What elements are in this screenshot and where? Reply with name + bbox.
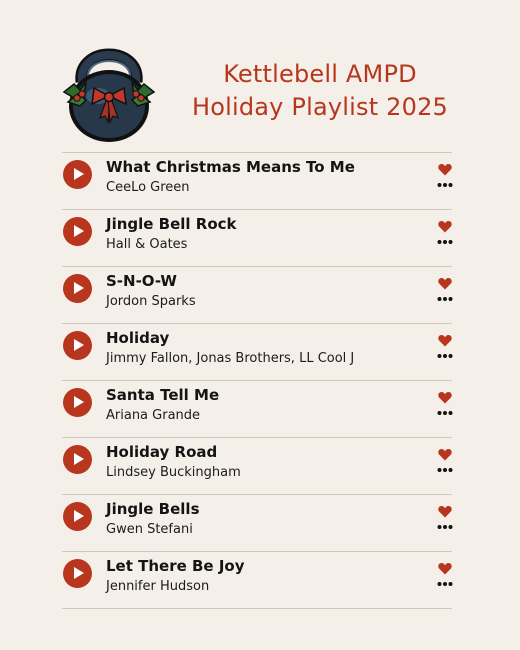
playlist-title: Kettlebell AMPD Holiday Playlist 2025: [170, 58, 470, 124]
play-icon[interactable]: [63, 217, 92, 246]
heart-icon[interactable]: [438, 277, 452, 290]
track-artist: Hall & Oates: [106, 237, 188, 252]
heart-icon[interactable]: [438, 334, 452, 347]
track-title: Holiday Road: [106, 443, 218, 461]
heart-icon[interactable]: [438, 448, 452, 461]
track-title: What Christmas Means To Me: [106, 158, 355, 176]
track-artist: Jimmy Fallon, Jonas Brothers, LL Cool J: [106, 351, 355, 366]
play-icon[interactable]: [63, 445, 92, 474]
track-artist: Lindsey Buckingham: [106, 465, 241, 480]
more-options-icon[interactable]: [437, 239, 453, 245]
track-list: What Christmas Means To Me CeeLo Green J…: [62, 152, 453, 609]
more-options-icon[interactable]: [437, 524, 453, 530]
track-artist: CeeLo Green: [106, 180, 190, 195]
kettlebell-holly-bow-icon: [62, 48, 156, 142]
play-icon[interactable]: [63, 331, 92, 360]
track-row[interactable]: Jingle Bells Gwen Stefani: [62, 494, 453, 551]
track-artist: Jordon Sparks: [106, 294, 196, 309]
track-title: Santa Tell Me: [106, 386, 220, 404]
more-options-icon[interactable]: [437, 296, 453, 302]
track-title: Jingle Bell Rock: [106, 215, 237, 233]
play-icon[interactable]: [63, 559, 92, 588]
track-artist: Jennifer Hudson: [106, 579, 210, 594]
heart-icon[interactable]: [438, 562, 452, 575]
track-row[interactable]: Jingle Bell Rock Hall & Oates: [62, 209, 453, 266]
header: Kettlebell AMPD Holiday Playlist 2025: [0, 0, 520, 150]
play-icon[interactable]: [63, 274, 92, 303]
more-options-icon[interactable]: [437, 410, 453, 416]
track-row[interactable]: Holiday Road Lindsey Buckingham: [62, 437, 453, 494]
track-title: S-N-O-W: [106, 272, 177, 290]
heart-icon[interactable]: [438, 505, 452, 518]
track-artist: Ariana Grande: [106, 408, 201, 423]
more-options-icon[interactable]: [437, 467, 453, 473]
track-row[interactable]: What Christmas Means To Me CeeLo Green: [62, 152, 453, 209]
track-row[interactable]: S-N-O-W Jordon Sparks: [62, 266, 453, 323]
track-title: Let There Be Joy: [106, 557, 245, 575]
heart-icon[interactable]: [438, 220, 452, 233]
track-title: Jingle Bells: [106, 500, 200, 518]
more-options-icon[interactable]: [437, 353, 453, 359]
track-row[interactable]: Let There Be Joy Jennifer Hudson: [62, 551, 453, 609]
play-icon[interactable]: [63, 160, 92, 189]
heart-icon[interactable]: [438, 163, 452, 176]
playlist-title-line2: Holiday Playlist 2025: [191, 93, 449, 121]
more-options-icon[interactable]: [437, 581, 453, 587]
play-icon[interactable]: [63, 502, 92, 531]
track-row[interactable]: Holiday Jimmy Fallon, Jonas Brothers, LL…: [62, 323, 453, 380]
more-options-icon[interactable]: [437, 182, 453, 188]
track-artist: Gwen Stefani: [106, 522, 193, 537]
playlist-title-line1: Kettlebell AMPD: [223, 60, 417, 88]
track-row[interactable]: Santa Tell Me Ariana Grande: [62, 380, 453, 437]
play-icon[interactable]: [63, 388, 92, 417]
heart-icon[interactable]: [438, 391, 452, 404]
track-title: Holiday: [106, 329, 170, 347]
